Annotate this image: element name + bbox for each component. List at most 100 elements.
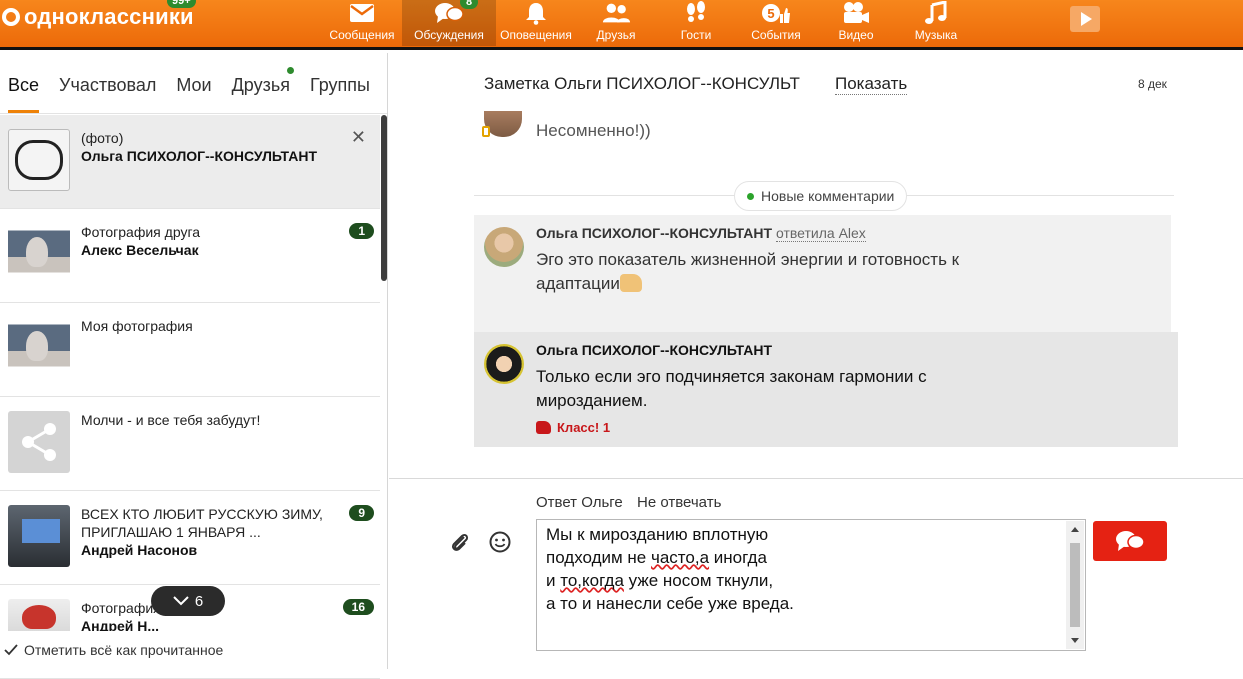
unread-count-badge: 16 (342, 599, 374, 615)
scrollbar-thumb (1070, 543, 1080, 627)
checkmark-icon (4, 644, 18, 656)
reply-to-link[interactable]: ответила Alex (776, 225, 866, 242)
discussion-author: Андрей Насонов (81, 542, 198, 558)
reply-to-label: Ответ Ольге (536, 494, 623, 511)
tab-mine[interactable]: Мои (176, 75, 211, 113)
nav-guests[interactable]: Гости (656, 0, 736, 46)
nav-video[interactable]: Видео (816, 0, 896, 46)
scroll-up-arrow-icon (1071, 527, 1079, 532)
klass-button[interactable]: Класс! 1 (536, 420, 610, 435)
nav-messages[interactable]: Сообщения (322, 0, 402, 46)
tab-participated[interactable]: Участвовал (59, 75, 156, 113)
topic-date: 8 дек (1138, 77, 1167, 91)
discussion-item[interactable]: (фото) Ольга ПСИХОЛОГ--КОНСУЛЬТАНТ ✕ (0, 115, 380, 209)
discussion-tabs: Все Участвовал Мои Друзья Группы (0, 53, 387, 114)
tab-all[interactable]: Все (8, 75, 40, 113)
thumbs-up-icon (536, 421, 551, 434)
comment: Ольга ПСИХОЛОГ--КОНСУЛЬТАНТ Только если … (474, 332, 1178, 447)
comment-text: Эго это показатель жизненной энергии и г… (536, 250, 960, 293)
discussion-thumbnail (8, 129, 70, 191)
nav-label: Гости (680, 28, 712, 42)
share-icon (22, 423, 56, 461)
nav-label: Сообщения (329, 28, 395, 42)
textarea-scrollbar[interactable] (1066, 521, 1084, 649)
music-play-button[interactable] (1070, 6, 1100, 32)
nav-label: Обсуждения (414, 28, 484, 42)
nav-label: Друзья (596, 28, 636, 42)
more-discussions-button[interactable]: 6 (151, 586, 225, 616)
discussion-title: Молчи - и все тебя забудут! (81, 412, 261, 428)
comment: Ольга ПСИХОЛОГ--КОНСУЛЬТАНТ ответила Alex… (474, 215, 1171, 333)
tab-friends[interactable]: Друзья (232, 67, 294, 113)
discussion-thumbnail (8, 317, 70, 379)
discussion-view: Заметка Ольги ПСИХОЛОГ--КОНСУЛЬТ Показат… (389, 53, 1243, 669)
unread-count-badge: 1 (349, 223, 374, 239)
mobile-indicator-icon (482, 126, 490, 137)
bell-icon (521, 0, 551, 26)
send-button[interactable] (1093, 521, 1167, 561)
nav-notifications[interactable]: Оповещения (496, 0, 576, 46)
avatar[interactable] (484, 344, 524, 384)
cancel-reply-link[interactable]: Не отвечать (637, 494, 721, 511)
list-scrollbar[interactable] (381, 115, 387, 281)
nav-friends[interactable]: Друзья (576, 0, 656, 46)
discussion-thumbnail (8, 223, 70, 285)
green-dot-icon (747, 192, 754, 200)
top-bar: одноклассники 99+ Сообщения 8 Обсуждения… (0, 0, 1243, 50)
nav-label: Видео (838, 28, 874, 42)
previous-message: Несомненно!)) (536, 121, 651, 140)
comment-author[interactable]: Ольга ПСИХОЛОГ--КОНСУЛЬТАНТ (536, 342, 772, 358)
more-count: 6 (194, 592, 204, 610)
mark-all-read-button[interactable]: Отметить всё как прочитанное (0, 631, 387, 669)
footprints-icon (681, 0, 711, 26)
nav-label: Оповещения (500, 28, 572, 42)
discussion-author: Алекс Весельчак (81, 242, 199, 258)
reply-line: подходим не часто,а иногда (546, 548, 767, 567)
reply-line: а то и нанесли себе уже вреда. (546, 594, 794, 613)
ok-logo-icon (2, 8, 20, 26)
nav-label: Музыка (914, 28, 958, 42)
music-note-icon (921, 0, 951, 26)
topic-title: Заметка Ольги ПСИХОЛОГ--КОНСУЛЬТ (484, 74, 800, 93)
events-icon: 5 (761, 0, 791, 26)
svg-text:5: 5 (767, 6, 774, 21)
video-camera-icon (841, 0, 871, 26)
chevron-down-icon (173, 596, 189, 606)
reply-textarea[interactable]: Мы к мирозданию вплотную подходим не част… (536, 519, 1086, 651)
avatar[interactable] (484, 227, 524, 267)
discussion-item[interactable]: ВСЕХ КТО ЛЮБИТ РУССКУЮ ЗИМУ, ПРИГЛАШАЮ 1… (0, 491, 380, 585)
discussions-sidebar: Все Участвовал Мои Друзья Группы (фото) … (0, 53, 388, 679)
discussion-item[interactable]: Моя фотография (0, 303, 380, 397)
discussion-author: Ольга ПСИХОЛОГ--КОНСУЛЬТАНТ (81, 148, 317, 164)
discussion-item[interactable]: Молчи - и все тебя забудут! (0, 397, 380, 491)
discussion-title: ВСЕХ КТО ЛЮБИТ РУССКУЮ ЗИМУ, ПРИГЛАШАЮ 1… (81, 506, 323, 540)
close-icon[interactable]: ✕ (351, 127, 366, 148)
discussion-title: (фото) (81, 130, 124, 146)
reply-line: и то,когда уже носом ткнули, (546, 571, 774, 590)
tab-groups[interactable]: Группы (310, 75, 370, 113)
scroll-down-arrow-icon (1071, 638, 1079, 643)
comment-text: Только если эго подчиняется законам гарм… (536, 367, 927, 410)
discussion-title: Моя фотография (81, 318, 193, 334)
nav-events[interactable]: 5 События (736, 0, 816, 46)
nav-label: События (751, 28, 801, 42)
attach-icon[interactable] (447, 529, 473, 555)
reply-line: Мы к мирозданию вплотную (546, 525, 769, 544)
discussion-thumbnail (8, 505, 70, 567)
main-nav: Сообщения 8 Обсуждения Оповещения Друзья (322, 0, 976, 46)
divider (389, 478, 1243, 479)
nav-music[interactable]: Музыка (896, 0, 976, 46)
logo-text: одноклассники (24, 4, 194, 29)
chat-bubbles-icon (1116, 531, 1145, 551)
discussion-thumbnail (8, 411, 70, 473)
show-topic-link[interactable]: Показать (835, 74, 908, 95)
discussion-item[interactable]: Фотография друга Алекс Весельчак 1 (0, 209, 380, 303)
comment-author[interactable]: Ольга ПСИХОЛОГ--КОНСУЛЬТАНТ ответила Alex (536, 225, 866, 242)
new-dot-indicator (287, 67, 294, 74)
thumbs-up-emoji-icon (619, 274, 642, 292)
discussion-title: Фотография друга (81, 224, 201, 240)
smiley-icon[interactable] (487, 529, 513, 555)
envelope-icon (347, 0, 377, 26)
logo-badge: 99+ (167, 0, 196, 8)
nav-discussions[interactable]: 8 Обсуждения (402, 0, 496, 46)
